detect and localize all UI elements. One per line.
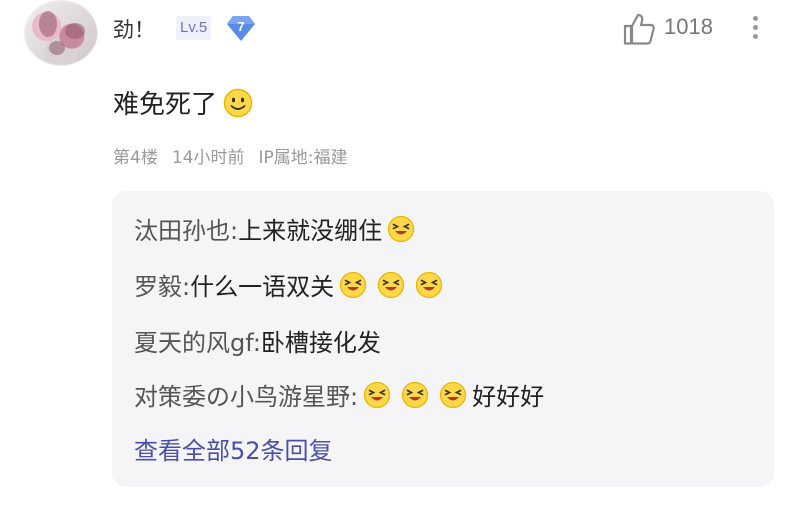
laughing-emoji-icon xyxy=(339,271,367,298)
laughing-emoji-icon xyxy=(415,271,443,298)
laughing-emoji-icon xyxy=(363,381,391,408)
reply-author[interactable]: 夏天的风gf: xyxy=(134,323,261,358)
thumbs-up-icon[interactable] xyxy=(622,12,656,46)
comment-body: 难免死了 xyxy=(113,90,218,120)
reply-item[interactable]: 对策委の小鸟游星野: 好好好 xyxy=(134,377,544,412)
smile-emoji-icon xyxy=(223,88,253,117)
view-all-replies-link[interactable]: 查看全部52条回复 xyxy=(134,431,333,466)
reply-item[interactable]: 汰田孙也: 上来就没绷住 xyxy=(134,211,420,246)
laughing-emoji-icon xyxy=(401,381,429,408)
reply-item[interactable]: 罗毅: 什么一语双关 xyxy=(134,267,448,302)
reply-author[interactable]: 罗毅: xyxy=(134,267,190,302)
comment-text: 难免死了 xyxy=(113,84,253,121)
laughing-emoji-icon xyxy=(439,381,467,408)
replies-panel: 汰田孙也: 上来就没绷住 罗毅: 什么一语双关 夏天的风gf: 卧槽接化发 对策… xyxy=(112,191,774,487)
comment-meta: 第4楼 14小时前 IP属地:福建 xyxy=(113,143,347,168)
post-time: 14小时前 xyxy=(171,148,245,168)
reply-text: 卧槽接化发 xyxy=(260,329,381,357)
level-badge: Lv.5 xyxy=(176,16,212,40)
avatar[interactable] xyxy=(24,0,98,66)
badge-number: 7 xyxy=(237,19,245,34)
reply-author[interactable]: 汰田孙也: xyxy=(134,211,238,246)
laughing-emoji-icon xyxy=(377,271,405,298)
reply-item[interactable]: 夏天的风gf: 卧槽接化发 xyxy=(134,323,381,358)
floor-number: 第4楼 xyxy=(113,148,158,168)
reply-text: 上来就没绷住 xyxy=(238,217,383,245)
reply-text-after: 好好好 xyxy=(472,383,545,411)
username[interactable]: 劲！ xyxy=(113,14,155,44)
like-count: 1018 xyxy=(664,14,713,39)
ip-location: IP属地:福建 xyxy=(258,148,348,168)
reply-author[interactable]: 对策委の小鸟游星野: xyxy=(134,377,358,412)
reply-text: 什么一语双关 xyxy=(190,273,335,301)
laughing-emoji-icon xyxy=(387,215,415,242)
more-options-icon[interactable] xyxy=(748,12,762,44)
